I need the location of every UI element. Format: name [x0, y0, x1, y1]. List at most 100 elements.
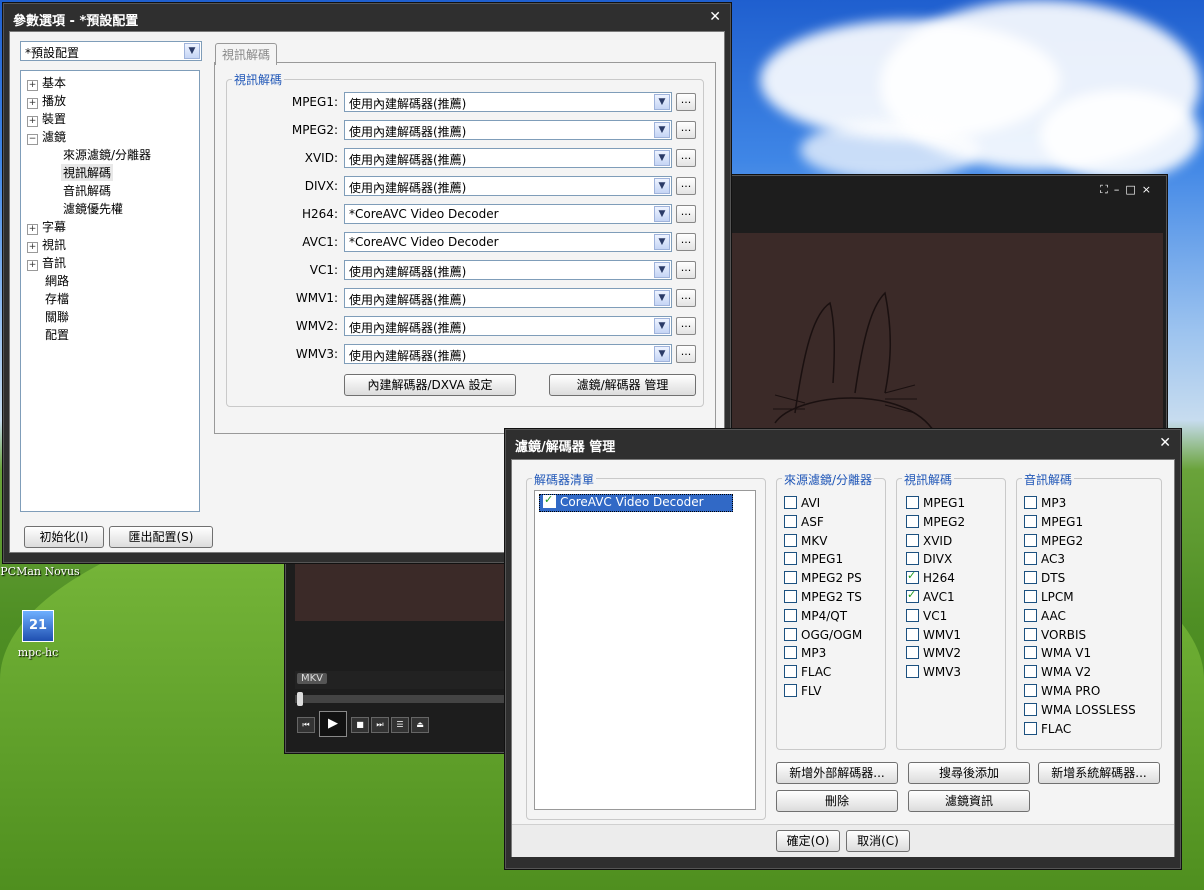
checkbox-item[interactable]: FLAC [1024, 721, 1071, 736]
checkbox[interactable] [784, 571, 797, 585]
preferences-titlebar[interactable]: 參數選項 - *預設配置 ✕ [3, 3, 731, 33]
seek-handle[interactable] [297, 692, 303, 706]
decoder-options-button[interactable]: ... [676, 289, 696, 307]
checkbox-item[interactable]: OGG/OGM [784, 627, 862, 642]
tree-item-subtitle[interactable]: + 字幕 [27, 218, 66, 235]
chevron-down-icon[interactable]: ▼ [654, 290, 670, 306]
checkbox[interactable] [784, 552, 797, 566]
tree-item-device[interactable]: + 裝置 [27, 110, 66, 127]
tree-item-filter-priority[interactable]: 濾鏡優先權 [63, 200, 123, 217]
stop-button[interactable]: ■ [351, 717, 369, 733]
checkbox[interactable] [1024, 552, 1037, 566]
minimize-icon[interactable]: – [1114, 183, 1126, 196]
checkbox-item[interactable]: WMV2 [906, 646, 961, 660]
checkbox[interactable] [1024, 533, 1037, 547]
checkbox-item[interactable]: FLV [784, 684, 821, 698]
close-icon[interactable]: × [1142, 183, 1157, 196]
tree-item-assoc[interactable]: 關聯 [45, 308, 69, 325]
checkbox[interactable] [784, 533, 797, 547]
tree-item-network[interactable]: 網路 [45, 272, 69, 289]
checkbox[interactable] [1024, 514, 1037, 528]
expand-icon[interactable]: + [27, 224, 38, 235]
decoder-options-button[interactable]: ... [676, 93, 696, 111]
cancel-button[interactable]: 取消(C) [846, 830, 910, 852]
profile-select[interactable]: *預設配置 ▼ [20, 41, 202, 61]
decoder-options-button[interactable]: ... [676, 233, 696, 251]
decoder-options-button[interactable]: ... [676, 205, 696, 223]
delete-button[interactable]: 刪除 [776, 790, 898, 812]
checkbox[interactable] [1024, 646, 1037, 660]
decoder-options-button[interactable]: ... [676, 317, 696, 335]
tree-item-source-filter[interactable]: 來源濾鏡/分離器 [63, 146, 151, 163]
decoder-select[interactable]: 使用內建解碼器(推薦) ▼ [344, 344, 672, 364]
checkbox-item[interactable]: WMV3 [906, 665, 961, 679]
checkbox-item[interactable]: MP4/QT [784, 608, 847, 623]
decoder-select[interactable]: 使用內建解碼器(推薦) ▼ [344, 288, 672, 308]
checkbox[interactable] [1024, 684, 1037, 697]
maximize-icon[interactable]: □ [1125, 183, 1141, 196]
checkbox-item[interactable]: WMA PRO [1024, 684, 1100, 698]
decoder-options-button[interactable]: ... [676, 121, 696, 139]
expand-icon[interactable]: + [27, 242, 38, 253]
checkbox-item[interactable]: MPEG1 [784, 552, 843, 566]
checkbox-item[interactable]: MPEG2 [906, 514, 965, 529]
decoder-options-button[interactable]: ... [676, 177, 696, 195]
tree-item-filters[interactable]: − 濾鏡 [27, 128, 66, 145]
export-config-button[interactable]: 匯出配置(S) [109, 526, 213, 548]
play-button[interactable]: ▶ [319, 711, 347, 737]
add-system-decoder-button[interactable]: 新增系統解碼器... [1038, 762, 1160, 784]
checkbox-item[interactable]: MP3 [1024, 496, 1066, 510]
decoder-select[interactable]: 使用內建解碼器(推薦) ▼ [344, 120, 672, 140]
category-tree[interactable]: + 基本 + 播放 + 裝置 − 濾鏡 來源濾鏡/分離器 視訊解碼 音訊解碼 濾鏡優先權… [20, 70, 200, 512]
close-icon[interactable]: ✕ [709, 9, 721, 25]
expand-icon[interactable]: + [27, 116, 38, 127]
checkbox[interactable] [906, 646, 919, 660]
checkbox-item[interactable]: MPEG1 [1024, 514, 1083, 529]
chevron-down-icon[interactable]: ▼ [654, 94, 670, 110]
checkbox[interactable] [906, 514, 919, 528]
checkbox[interactable] [1024, 627, 1037, 641]
checkbox[interactable] [906, 496, 919, 509]
tree-item-basic[interactable]: + 基本 [27, 74, 66, 91]
checkbox-item[interactable]: DIVX [906, 552, 952, 566]
checkbox-item[interactable]: MPEG2 [1024, 533, 1083, 548]
chevron-down-icon[interactable]: ▼ [654, 206, 670, 222]
checkbox[interactable] [906, 533, 919, 547]
checkbox-item[interactable]: ASF [784, 514, 824, 529]
checkbox[interactable] [784, 646, 797, 660]
expand-icon[interactable]: + [27, 80, 38, 91]
checkbox-item[interactable]: MKV [784, 533, 827, 548]
decoder-select[interactable]: 使用內建解碼器(推薦) ▼ [344, 316, 672, 336]
checkbox-item[interactable]: WMA LOSSLESS [1024, 702, 1136, 717]
checkbox[interactable] [1024, 608, 1037, 622]
checkbox[interactable] [1024, 665, 1037, 679]
expand-icon[interactable]: + [27, 98, 38, 109]
chevron-down-icon[interactable]: ▼ [654, 346, 670, 362]
checkbox-item[interactable]: AVC1 [906, 588, 955, 604]
decoder-select[interactable]: 使用內建解碼器(推薦) ▼ [344, 176, 672, 196]
filter-manager-titlebar[interactable]: 濾鏡/解碼器 管理 ✕ [505, 429, 1181, 459]
chevron-down-icon[interactable]: ▼ [654, 318, 670, 334]
filter-manager-button[interactable]: 濾鏡/解碼器 管理 [549, 374, 696, 396]
fullscreen-icon[interactable]: ⛶ [1100, 183, 1114, 196]
checkbox[interactable] [906, 608, 919, 622]
checkbox[interactable] [1024, 571, 1037, 585]
checkbox[interactable] [784, 627, 797, 641]
checkbox-item[interactable]: AC3 [1024, 552, 1065, 566]
checkbox[interactable] [1024, 721, 1037, 735]
tree-item-video-decoder[interactable]: 視訊解碼 [61, 164, 114, 181]
chevron-down-icon[interactable]: ▼ [654, 234, 670, 250]
decoder-options-button[interactable]: ... [676, 261, 696, 279]
checkbox-item[interactable]: XVID [906, 533, 952, 548]
checkbox[interactable] [543, 493, 556, 508]
checkbox[interactable] [1024, 590, 1037, 603]
add-external-decoder-button[interactable]: 新增外部解碼器... [776, 762, 898, 784]
checkbox-item[interactable]: VC1 [906, 608, 947, 623]
checkbox-item[interactable]: AAC [1024, 608, 1066, 623]
chevron-down-icon[interactable]: ▼ [654, 122, 670, 138]
tree-item-storage[interactable]: 存檔 [45, 290, 69, 307]
checkbox[interactable] [906, 569, 919, 585]
checkbox-item[interactable]: WMV1 [906, 627, 961, 642]
checkbox[interactable] [784, 665, 797, 679]
checkbox[interactable] [784, 496, 797, 509]
